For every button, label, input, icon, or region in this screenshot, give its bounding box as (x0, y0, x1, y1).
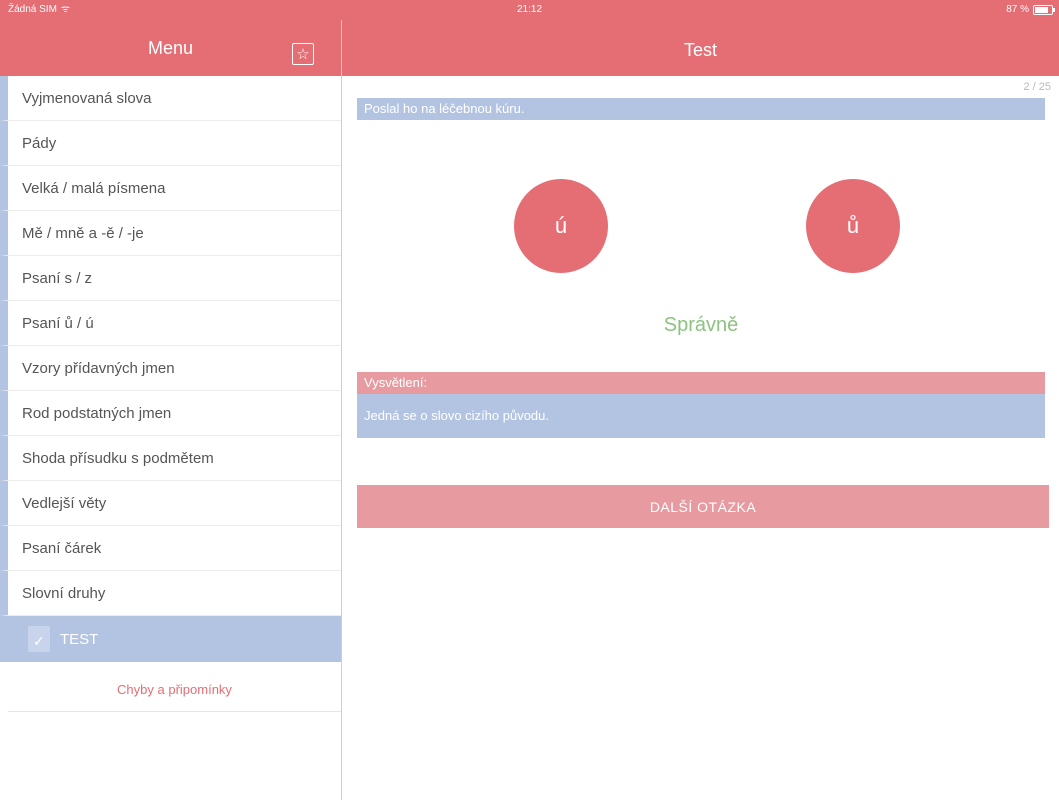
sidebar-item-slovni-druhy[interactable]: Slovní druhy (0, 571, 341, 616)
sidebar-item-label: Vzory přídavných jmen (22, 359, 175, 377)
progress-counter: 2 / 25 (1023, 81, 1051, 93)
sidebar-item-vyjmenovana-slova[interactable]: Vyjmenovaná slova (0, 76, 341, 121)
battery-percentage: 87 % (1006, 4, 1029, 15)
sidebar-item-label: Psaní s / z (22, 269, 93, 287)
result-text: Správně (663, 314, 739, 336)
sidebar-item-vedlejsi-vety[interactable]: Vedlejší věty (0, 481, 341, 526)
sidebar-item-pady[interactable]: Pády (0, 121, 341, 166)
favorites-button[interactable]: ☆ (292, 43, 314, 65)
sidebar-title: Menu (147, 38, 194, 58)
status-bar: Žádná SIM ᯤ 21:12 87 % (0, 0, 1059, 20)
page-title: Test (683, 40, 717, 60)
sidebar-item-velka-mala-pismena[interactable]: Velká / malá písmena (0, 166, 341, 211)
sidebar-item-rod-podstatnych-jmen[interactable]: Rod podstatných jmen (0, 391, 341, 436)
feedback-link[interactable]: Chyby a připomínky (8, 668, 341, 712)
status-time: 21:12 (516, 4, 543, 15)
menu-list: Vyjmenovaná slova Pády Velká / malá písm… (0, 76, 341, 662)
explanation-text: Jedná se o slovo cizího původu. (357, 394, 1045, 438)
sidebar-item-label: Mě / mně a -ě / -je (22, 224, 144, 242)
question-text: Poslal ho na léčebnou kúru. (357, 98, 1045, 120)
sidebar-item-psani-u[interactable]: Psaní ů / ú (0, 301, 341, 346)
sidebar-item-vzory-pridavnych-jmen[interactable]: Vzory přídavných jmen (0, 346, 341, 391)
sidebar-item-label: TEST (60, 630, 99, 648)
sidebar-item-label: Vedlejší věty (22, 494, 107, 512)
sidebar: Menu ☆ Vyjmenovaná slova Pády Velká / ma… (0, 0, 342, 800)
checkbox-icon (28, 626, 50, 652)
sidebar-item-label: Pády (22, 134, 57, 152)
battery-icon (1033, 4, 1055, 15)
sidebar-item-label: Vyjmenovaná slova (22, 89, 152, 107)
explanation-header: Vysvětlení: (357, 372, 1045, 394)
sidebar-header: Menu ☆ (0, 20, 341, 76)
sidebar-item-label: Psaní čárek (22, 539, 102, 557)
sidebar-item-label: Shoda přísudku s podmětem (22, 449, 214, 467)
sidebar-item-me-mne[interactable]: Mě / mně a -ě / -je (0, 211, 341, 256)
answer-option-u-acute[interactable]: ú (514, 179, 608, 273)
main-header: Test (342, 20, 1059, 76)
sidebar-item-label: Psaní ů / ú (22, 314, 94, 332)
answer-option-u-ring[interactable]: ů (806, 179, 900, 273)
star-icon: ☆ (296, 45, 310, 63)
status-right: 87 % (1006, 4, 1055, 15)
sidebar-item-label: Rod podstatných jmen (22, 404, 172, 422)
sidebar-item-label: Slovní druhy (22, 584, 106, 602)
sidebar-item-shoda-prisudku[interactable]: Shoda přísudku s podmětem (0, 436, 341, 481)
next-question-button[interactable]: DALŠÍ OTÁZKA (357, 485, 1049, 528)
sidebar-item-test[interactable]: TEST (0, 616, 341, 662)
sidebar-item-label: Velká / malá písmena (22, 179, 166, 197)
sidebar-item-psani-s-z[interactable]: Psaní s / z (0, 256, 341, 301)
sidebar-item-psani-carek[interactable]: Psaní čárek (0, 526, 341, 571)
